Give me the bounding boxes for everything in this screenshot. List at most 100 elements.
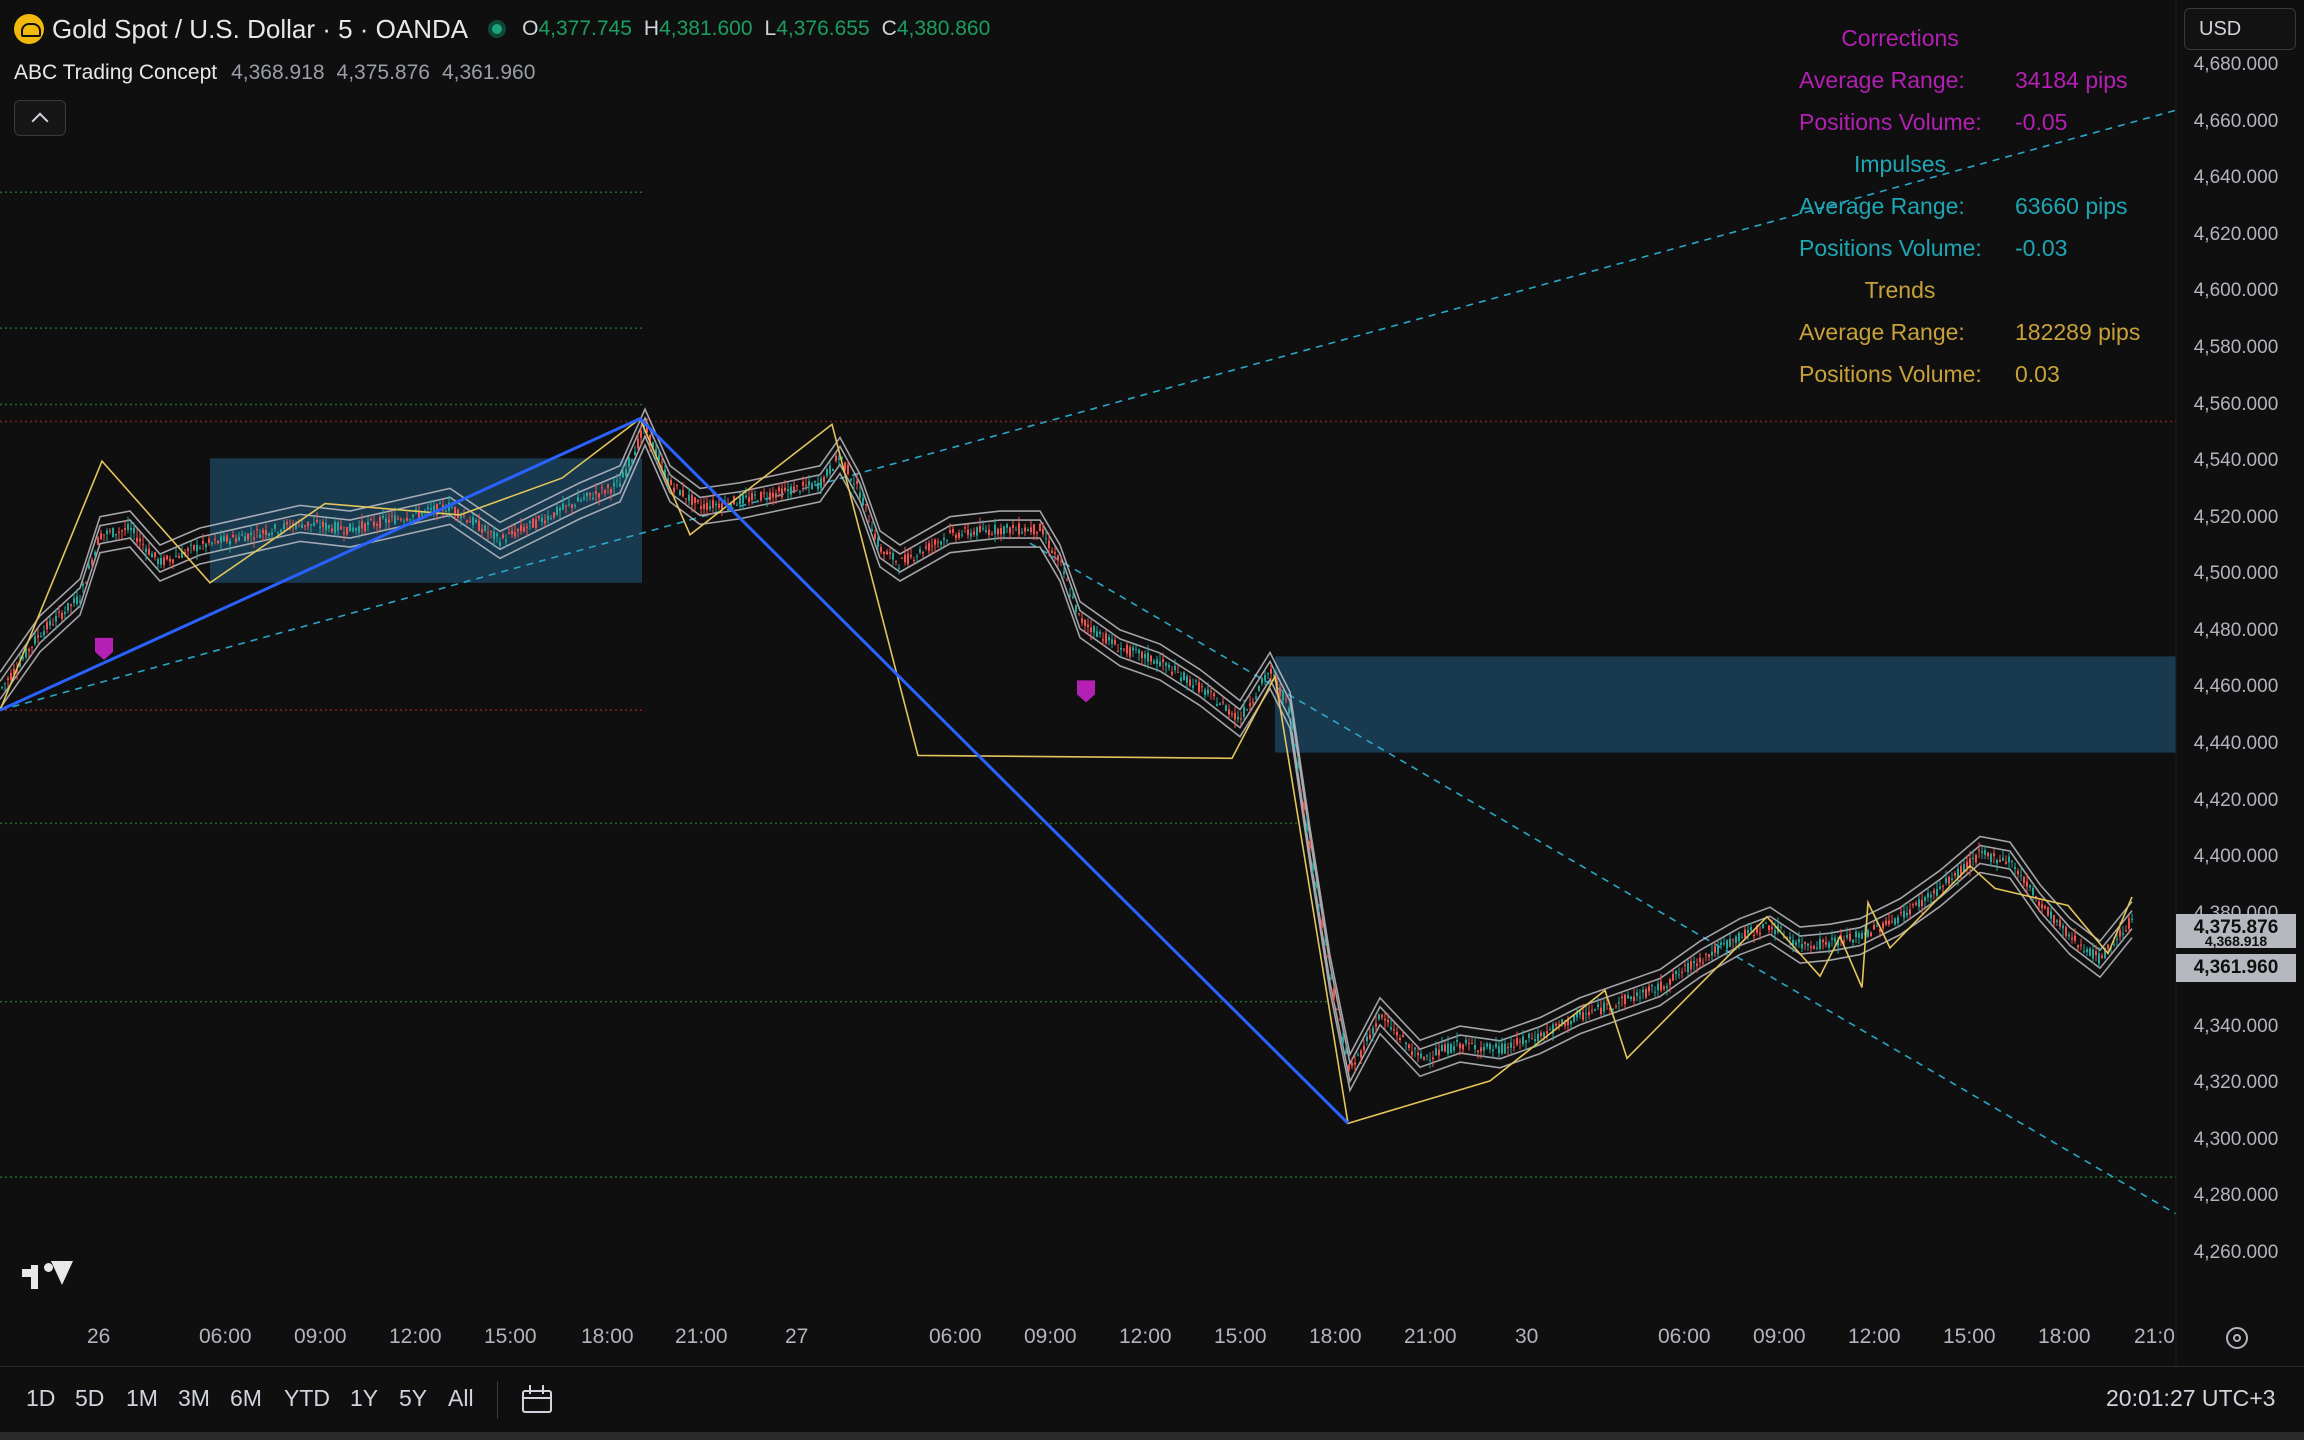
range-1y-button[interactable]: 1Y <box>350 1385 378 1412</box>
candle-body <box>595 491 597 495</box>
candle-body <box>1075 605 1077 612</box>
candle-body <box>1585 1013 1587 1015</box>
candle-body <box>259 534 261 538</box>
candle-body <box>625 469 627 476</box>
candle-body <box>352 527 354 532</box>
projection-line <box>1029 542 2177 1215</box>
candle-body <box>1828 942 1830 948</box>
impulses-vol-label: Positions Volume: <box>1799 235 1982 261</box>
corrections-vol-value: -0.05 <box>2015 109 2068 135</box>
candle-body <box>244 535 246 542</box>
candle-body <box>139 538 141 542</box>
range-ytd-button[interactable]: YTD <box>284 1385 330 1412</box>
candle-body <box>2089 948 2091 956</box>
candle-body <box>499 542 501 546</box>
calendar-icon[interactable] <box>522 1385 552 1413</box>
candle-body <box>412 514 414 517</box>
candle-body <box>409 519 411 521</box>
candle-body <box>1162 659 1164 663</box>
candle-body <box>805 484 807 486</box>
candle-body <box>334 521 336 533</box>
candle-body <box>1495 1043 1497 1048</box>
candle-body <box>1702 962 1704 964</box>
candle-body <box>883 551 885 555</box>
candle-body <box>2011 860 2013 862</box>
candle-body <box>118 531 120 533</box>
candle-body <box>157 558 159 565</box>
candle-body <box>967 529 969 535</box>
candle-body <box>445 510 447 512</box>
candle-body <box>1330 977 1332 980</box>
candle-body <box>1852 939 1854 943</box>
candle-body <box>1306 823 1308 831</box>
range-5y-button[interactable]: 5Y <box>399 1385 427 1412</box>
candle-body <box>1741 937 1743 939</box>
market-status-icon <box>488 20 507 38</box>
candle-body <box>238 536 240 541</box>
candle-body <box>1093 626 1095 633</box>
candle-body <box>496 533 498 537</box>
candle-body <box>2029 885 2031 888</box>
settings-gear-icon[interactable] <box>2226 1327 2248 1349</box>
candle-body <box>82 583 84 586</box>
price-label: 4,280.000 <box>2193 1185 2279 1206</box>
candle-body <box>142 543 144 545</box>
candle-body <box>2107 944 2109 949</box>
candle-body <box>1873 925 1875 930</box>
signal-marker <box>95 637 113 660</box>
candle-body <box>472 516 474 526</box>
trends-avg-label: Average Range: <box>1799 319 1965 345</box>
candle-body <box>268 533 270 536</box>
candle-body <box>916 555 918 557</box>
candle-body <box>1930 894 1932 898</box>
range-1m-button[interactable]: 1M <box>126 1385 158 1412</box>
range-all-button[interactable]: All <box>448 1385 474 1412</box>
time-label: 18:00 <box>581 1325 634 1348</box>
candle-body <box>100 533 102 540</box>
symbol-title[interactable]: Gold Spot / U.S. Dollar · 5 · OANDA <box>52 14 468 45</box>
range-6m-button[interactable]: 6M <box>230 1385 262 1412</box>
candle-body <box>2068 934 2070 937</box>
candle-body <box>1345 1050 1347 1054</box>
candle-body <box>1570 1020 1572 1025</box>
clock-timezone[interactable]: 20:01:27 UTC+3 <box>2106 1385 2275 1412</box>
candle-body <box>1375 1023 1377 1027</box>
horizontal-scrollbar[interactable] <box>0 1432 2304 1440</box>
range-3m-button[interactable]: 3M <box>178 1385 210 1412</box>
candle-body <box>166 555 168 560</box>
candle-body <box>1951 878 1953 881</box>
symbol-legend[interactable]: Gold Spot / U.S. Dollar · 5 · OANDA O 4,3… <box>14 12 998 46</box>
indicator-name[interactable]: ABC Trading Concept <box>14 61 217 85</box>
candle-body <box>1948 876 1950 884</box>
candle-body <box>196 544 198 552</box>
candle-body <box>757 501 759 503</box>
candle-body <box>1807 943 1809 946</box>
candle-body <box>106 530 108 534</box>
candle-body <box>1195 680 1197 682</box>
range-5d-button[interactable]: 5D <box>75 1385 104 1412</box>
candle-body <box>1990 853 1992 862</box>
tradingview-logo-icon[interactable] <box>22 1258 73 1289</box>
candle-body <box>1120 647 1122 650</box>
candle-body <box>1531 1038 1533 1040</box>
currency-selector[interactable]: USD <box>2184 8 2296 50</box>
candle-body <box>1468 1042 1470 1044</box>
candle-body <box>1228 709 1230 715</box>
candle-body <box>1099 631 1101 634</box>
candle-body <box>1420 1053 1422 1058</box>
range-1d-button[interactable]: 1D <box>26 1385 55 1412</box>
candle-body <box>1735 936 1737 943</box>
candle-body <box>748 497 750 502</box>
impulses-title: Impulses <box>1853 151 1947 177</box>
candle-body <box>574 504 576 507</box>
candle-body <box>1078 613 1080 615</box>
candle-body <box>754 494 756 496</box>
indicator-legend[interactable]: ABC Trading Concept 4,368.918 4,375.876 … <box>14 56 547 90</box>
collapse-legend-button[interactable] <box>14 100 66 136</box>
candle-body <box>1360 1050 1362 1058</box>
candle-body <box>94 551 96 556</box>
corrections-vol-label: Positions Volume: <box>1799 109 1982 135</box>
candle-body <box>226 535 228 542</box>
candle-body <box>484 525 486 531</box>
candle-body <box>688 494 690 501</box>
